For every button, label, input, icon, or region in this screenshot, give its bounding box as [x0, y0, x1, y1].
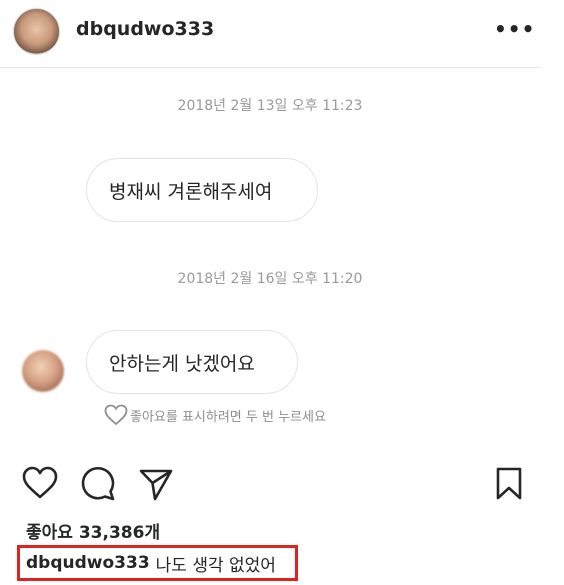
caption-username[interactable]: dbqudwo333: [26, 553, 150, 573]
caption-text: 나도 생각 없었어: [155, 555, 276, 576]
message-bubble[interactable]: 안하는게 낫겠어요: [86, 330, 298, 394]
more-options-button[interactable]: •••: [494, 16, 534, 42]
heart-icon[interactable]: [22, 466, 58, 500]
double-tap-like-hint: 좋아요를 표시하려면 두 번 누르세요: [104, 403, 326, 427]
message-bubble: 병재씨 겨론해주세여: [86, 158, 318, 222]
sender-avatar: [22, 350, 64, 392]
likes-count[interactable]: 좋아요 33,386개: [26, 518, 160, 543]
profile-avatar[interactable]: [13, 8, 60, 55]
post-header: dbqudwo333 •••: [0, 0, 540, 68]
message-timestamp: 2018년 2월 13일 오후 11:23: [177, 98, 363, 114]
message-timestamp: 2018년 2월 16일 오후 11:20: [177, 271, 363, 287]
header-username[interactable]: dbqudwo333: [76, 18, 214, 40]
caption-highlight: dbqudwo333 나도 생각 없었어: [17, 545, 298, 581]
heart-outline-icon: [104, 404, 128, 426]
post-view: dbqudwo333 ••• 2018년 2월 13일 오후 11:23 병재씨…: [0, 0, 564, 585]
share-icon[interactable]: [138, 467, 174, 501]
comment-icon[interactable]: [80, 466, 116, 502]
message-text: 안하는게 낫겠어요: [109, 352, 255, 375]
like-hint-text: 좋아요를 표시하려면 두 번 누르세요: [130, 409, 326, 425]
bookmark-icon[interactable]: [494, 467, 524, 501]
message-text: 병재씨 겨론해주세여: [109, 180, 273, 203]
